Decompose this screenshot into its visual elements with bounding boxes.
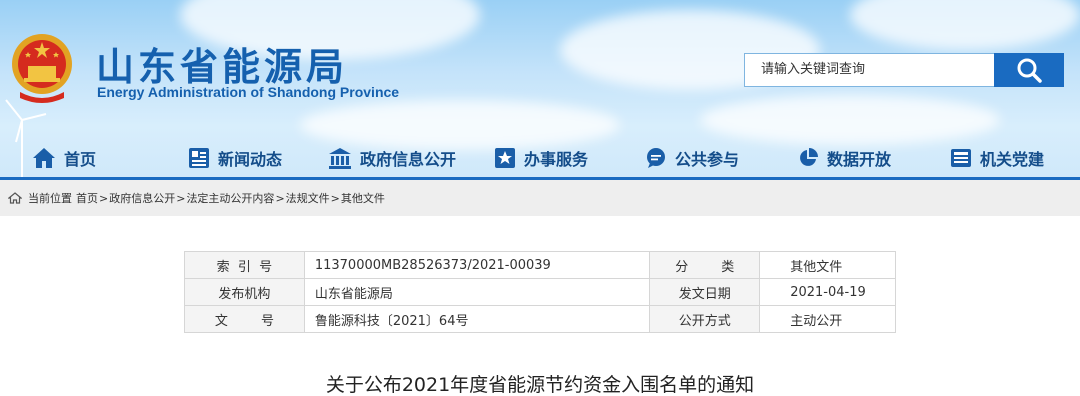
breadcrumb-item-public-content[interactable]: 法定主动公开内容 [186, 190, 274, 206]
issue-date-label: 发文日期 [649, 278, 761, 306]
category-label: 分 类 [649, 251, 761, 279]
table-row: 索 引 号 11370000MB28526373/2021-00039 分 类 … [184, 251, 896, 279]
nav-item-services[interactable]: 办事服务 [494, 138, 588, 178]
nav-label: 办事服务 [524, 150, 589, 169]
main-nav: 首页 新闻动态 政府信息公开 办事服务 公共参与 数据开放 机关党建 [0, 138, 1080, 178]
search-button[interactable] [994, 53, 1064, 87]
breadcrumb-item-other-docs[interactable]: 其他文件 [341, 190, 385, 206]
chat-bubble-icon [647, 148, 665, 168]
government-building-icon [329, 148, 351, 169]
nav-item-participation[interactable]: 公共参与 [645, 138, 739, 178]
table-row: 文 号 鲁能源科技〔2021〕64号 公开方式 主动公开 [184, 305, 896, 333]
site-title[interactable]: 山东省能源局 [96, 36, 348, 91]
pie-chart-icon [800, 148, 818, 166]
breadcrumb-item-gov-info[interactable]: 政府信息公开 [109, 190, 175, 206]
party-building-icon [951, 149, 971, 167]
site-header: 山东省能源局 Energy Administration of Shandong… [0, 0, 1080, 180]
search-input[interactable]: 请输入关键词查询 [744, 53, 994, 87]
service-star-icon [495, 148, 515, 168]
disclosure-method-value: 主动公开 [759, 305, 896, 333]
document-title: 关于公布2021年度省能源节约资金入围名单的通知 [325, 374, 755, 396]
index-number-value: 11370000MB28526373/2021-00039 [303, 251, 651, 279]
location-home-icon [8, 192, 22, 204]
publisher-value: 山东省能源局 [303, 278, 651, 306]
disclosure-method-label: 公开方式 [649, 305, 761, 333]
breadcrumb: 当前位置 首页 > 政府信息公开 > 法定主动公开内容 > 法规文件 > 其他文… [0, 180, 1080, 216]
nav-item-news[interactable]: 新闻动态 [188, 138, 282, 178]
site-subtitle: Energy Administration of Shandong Provin… [97, 84, 400, 100]
document-number-value: 鲁能源科技〔2021〕64号 [303, 305, 651, 333]
publisher-label: 发布机构 [184, 278, 305, 306]
nav-label: 公共参与 [675, 150, 740, 169]
nav-label: 政府信息公开 [360, 150, 457, 169]
index-number-label: 索 引 号 [184, 251, 305, 279]
breadcrumb-separator: > [275, 191, 285, 205]
category-value: 其他文件 [759, 251, 896, 279]
breadcrumb-separator: > [176, 191, 186, 205]
table-row: 发布机构 山东省能源局 发文日期 2021-04-19 [184, 278, 896, 306]
nav-label: 机关党建 [980, 150, 1045, 169]
breadcrumb-prefix: 当前位置 [28, 192, 72, 205]
search-icon [1017, 58, 1042, 83]
document-info-table: 索 引 号 11370000MB28526373/2021-00039 分 类 … [184, 251, 896, 333]
issue-date-value: 2021-04-19 [759, 278, 896, 306]
newspaper-icon [189, 148, 209, 168]
nav-label: 新闻动态 [218, 150, 283, 169]
breadcrumb-item-home[interactable]: 首页 [76, 190, 98, 206]
document-number-label: 文 号 [184, 305, 305, 333]
breadcrumb-separator: > [99, 191, 109, 205]
breadcrumb-item-regulations[interactable]: 法规文件 [286, 190, 330, 206]
nav-item-party-building[interactable]: 机关党建 [950, 138, 1044, 178]
nav-item-gov-info[interactable]: 政府信息公开 [328, 138, 456, 178]
page: 山东省能源局 Energy Administration of Shandong… [0, 0, 1080, 396]
national-emblem-icon [12, 34, 72, 103]
cloud-decoration [850, 0, 1080, 50]
breadcrumb-separator: > [330, 191, 340, 205]
nav-label: 数据开放 [827, 150, 892, 169]
nav-item-home[interactable]: 首页 [32, 138, 96, 178]
nav-item-open-data[interactable]: 数据开放 [797, 138, 891, 178]
home-icon [33, 148, 55, 168]
nav-label: 首页 [64, 150, 97, 169]
